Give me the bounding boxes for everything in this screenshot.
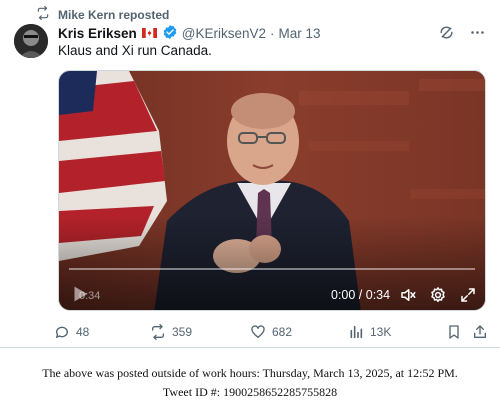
- post-date[interactable]: Mar 13: [279, 26, 321, 41]
- repost-button[interactable]: 359: [150, 324, 192, 340]
- like-count: 682: [272, 325, 293, 339]
- like-button[interactable]: 682: [250, 324, 292, 340]
- views-chart-icon: [348, 324, 364, 340]
- ghost-duration: 0:34: [79, 290, 101, 302]
- mute-icon[interactable]: [399, 286, 417, 304]
- reply-icon: [54, 324, 70, 340]
- share-icon: [472, 324, 488, 340]
- tweet-header: Kris Eriksen @KEriksenV2 · Mar 13: [58, 24, 321, 43]
- avatar[interactable]: [14, 24, 48, 58]
- heart-icon: [250, 324, 266, 340]
- repost-label: Mike Kern reposted: [58, 7, 170, 22]
- video-frame: [59, 71, 485, 310]
- grok-icon[interactable]: [438, 24, 455, 41]
- fullscreen-icon[interactable]: [459, 286, 477, 304]
- tweet-action-bar: 48 359 682 13K: [54, 324, 486, 342]
- verified-badge-icon: [162, 24, 178, 43]
- divider: [0, 347, 500, 348]
- reply-count: 48: [76, 325, 90, 339]
- repost-action-icon: [150, 324, 166, 340]
- repost-count: 359: [172, 325, 193, 339]
- footer-note: The above was posted outside of work hou…: [42, 366, 458, 380]
- video-time: 0:00 / 0:34: [331, 288, 391, 302]
- repost-icon: [36, 6, 50, 23]
- tweet-top-actions: [438, 24, 486, 41]
- more-options-icon[interactable]: [469, 24, 486, 41]
- bookmark-button[interactable]: [446, 324, 462, 340]
- author-name[interactable]: Kris Eriksen: [58, 26, 137, 41]
- header-separator: ·: [270, 26, 275, 41]
- canada-flag-icon: [141, 26, 158, 41]
- settings-gear-icon[interactable]: [429, 286, 447, 304]
- video-player[interactable]: 0:34 0:00 / 0:34: [58, 70, 486, 311]
- author-handle[interactable]: @KEriksenV2: [182, 26, 266, 41]
- tweet-id: Tweet ID #: 1900258652285755828: [162, 385, 338, 399]
- video-progress-bar[interactable]: [69, 268, 475, 270]
- bookmark-icon: [446, 324, 462, 340]
- reply-button[interactable]: 48: [54, 324, 89, 340]
- tweet-text: Klaus and Xi run Canada.: [58, 43, 212, 58]
- views-button[interactable]: 13K: [348, 324, 391, 340]
- views-count: 13K: [370, 325, 392, 339]
- repost-indicator[interactable]: Mike Kern reposted: [36, 6, 169, 23]
- share-button[interactable]: [472, 324, 488, 340]
